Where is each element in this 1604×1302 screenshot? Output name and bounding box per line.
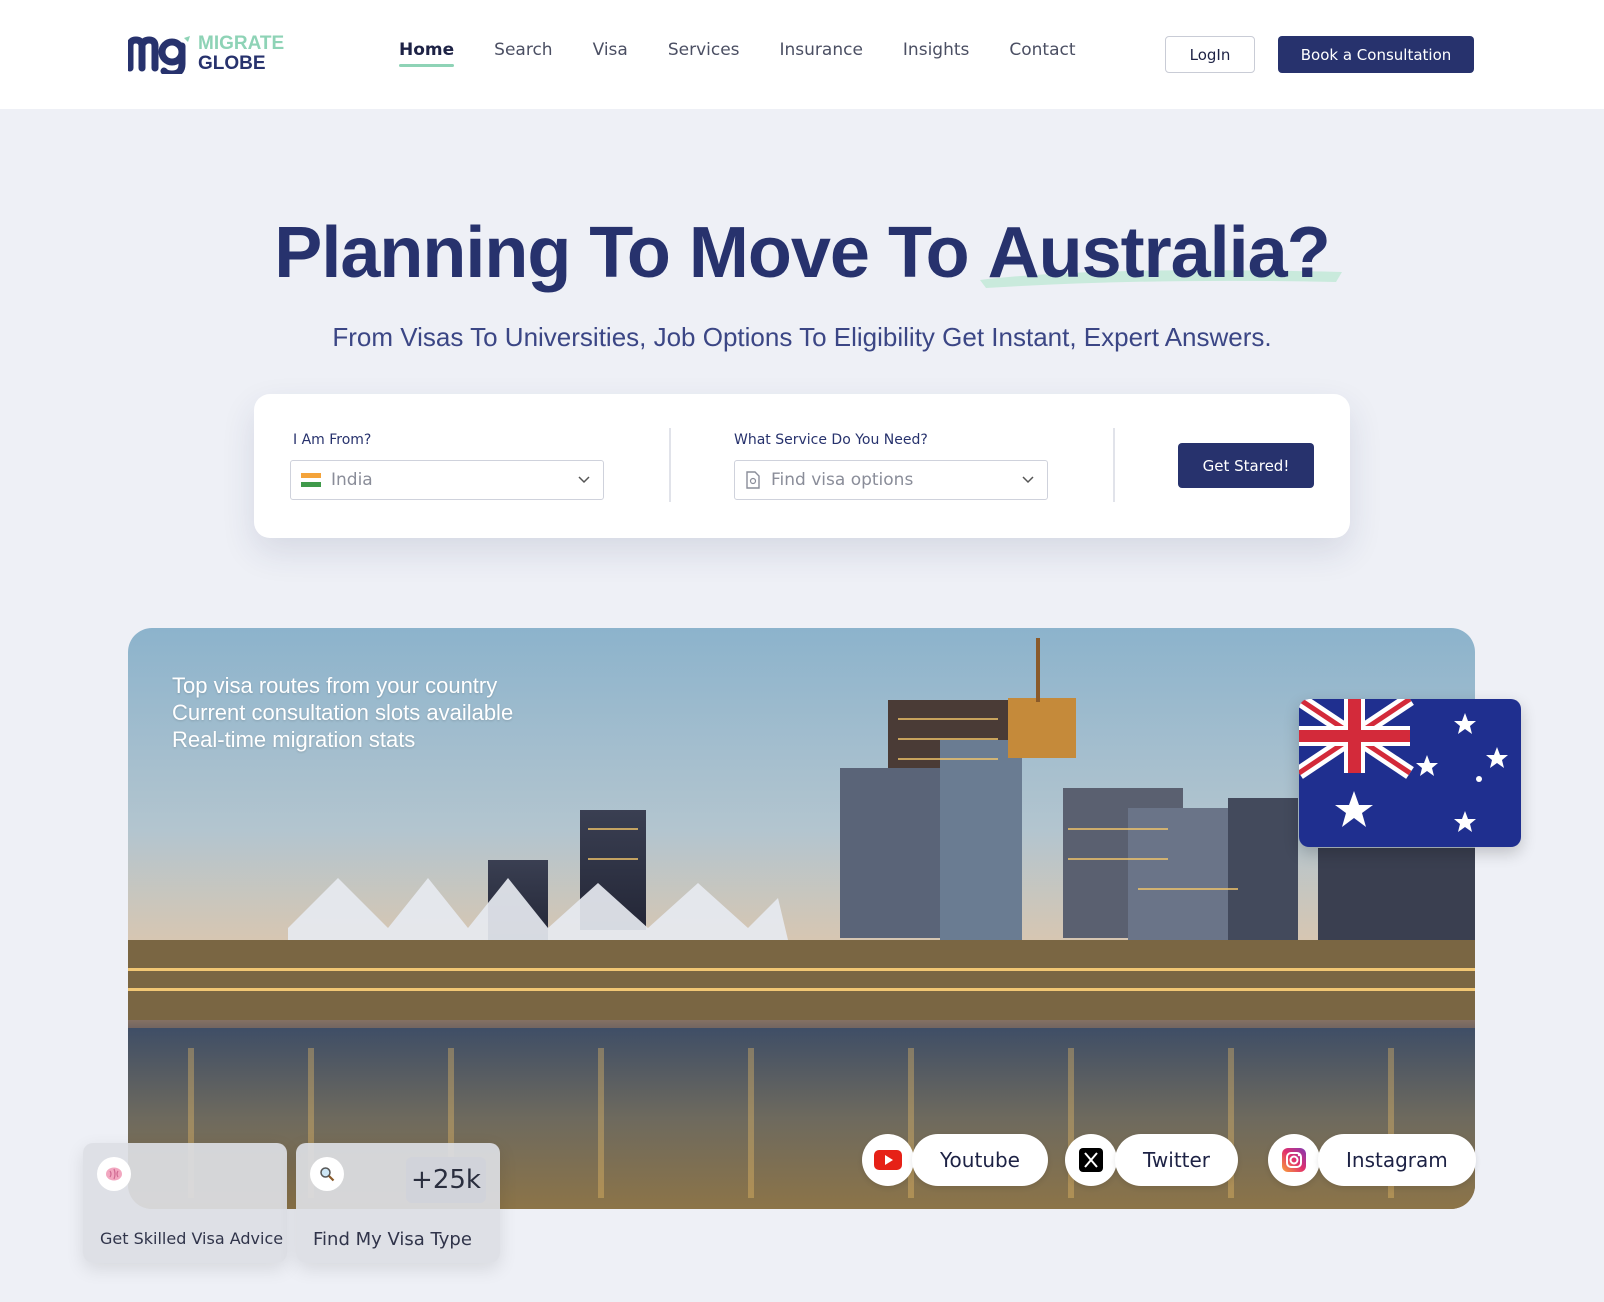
nav-insurance[interactable]: Insurance — [780, 40, 863, 66]
hero-title: Planning To Move To Australia? — [0, 212, 1604, 294]
hero-subtitle: From Visas To Universities, Job Options … — [332, 322, 1272, 352]
main-nav: Home Search Visa Services Insurance Insi… — [399, 40, 1116, 67]
x-icon — [1065, 1134, 1117, 1186]
social-youtube[interactable]: Youtube — [862, 1134, 1048, 1186]
social-label: Youtube — [912, 1134, 1048, 1186]
instagram-icon — [1268, 1134, 1320, 1186]
find-visa-type-card[interactable]: +25k Find My Visa Type — [296, 1143, 500, 1263]
service-placeholder: Find visa options — [771, 470, 914, 490]
field-divider — [669, 428, 671, 502]
logo-line-2: GLOBE — [198, 53, 266, 74]
city-skyline-image: Top visa routes from your country Curren… — [128, 628, 1475, 1209]
social-label: Twitter — [1115, 1134, 1239, 1186]
hero-title-highlight: Australia? — [987, 213, 1331, 293]
book-consultation-button[interactable]: Book a Consultation — [1278, 36, 1474, 73]
from-label: I Am From? — [293, 432, 372, 448]
search-card: I Am From? India What Service Do You Nee… — [254, 394, 1350, 538]
service-select[interactable]: Find visa options — [734, 460, 1048, 500]
hero-title-highlight-wrap: Australia? — [979, 212, 1342, 294]
field-divider — [1113, 428, 1115, 502]
india-flag-icon — [301, 473, 321, 488]
magnifier-icon — [310, 1157, 344, 1191]
service-label: What Service Do You Need? — [734, 432, 928, 448]
nav-visa[interactable]: Visa — [593, 40, 628, 66]
login-button[interactable]: LogIn — [1165, 36, 1255, 73]
card-label: Get Skilled Visa Advice — [100, 1229, 284, 1248]
logo[interactable]: MIGRATE GLOBE — [128, 34, 284, 74]
country-select[interactable]: India — [290, 460, 604, 500]
country-value: India — [331, 470, 373, 490]
brain-icon — [97, 1157, 131, 1191]
chevron-down-icon — [578, 476, 590, 484]
social-label: Instagram — [1318, 1134, 1476, 1186]
hero-title-prefix: Planning To Move To — [274, 213, 988, 293]
skilled-visa-advice-card[interactable]: Get Skilled Visa Advice — [83, 1143, 287, 1263]
panel-line: Real-time migration stats — [172, 727, 416, 752]
site-header: MIGRATE GLOBE Home Search Visa Services … — [0, 0, 1604, 109]
card-label: Find My Visa Type — [313, 1229, 472, 1250]
panel-line: Top visa routes from your country — [172, 673, 498, 698]
nav-home[interactable]: Home — [399, 40, 455, 67]
youtube-icon — [862, 1134, 914, 1186]
nav-search[interactable]: Search — [494, 40, 552, 66]
panel-line: Current consultation slots available — [172, 700, 514, 725]
chevron-down-icon — [1022, 476, 1034, 484]
logo-mark-icon — [128, 34, 192, 74]
nav-insights[interactable]: Insights — [903, 40, 969, 66]
panel-feature-list: Top visa routes from your country Curren… — [172, 672, 513, 753]
social-twitter[interactable]: Twitter — [1065, 1134, 1239, 1186]
document-icon — [746, 471, 760, 489]
nav-contact[interactable]: Contact — [1009, 40, 1075, 66]
logo-line-1: MIGRATE — [198, 33, 285, 54]
logo-text: MIGRATE GLOBE — [198, 34, 284, 74]
get-started-button[interactable]: Get Stared! — [1178, 443, 1314, 488]
australia-flag-icon — [1299, 699, 1521, 847]
nav-services[interactable]: Services — [668, 40, 740, 66]
visa-count-badge: +25k — [406, 1157, 486, 1203]
social-instagram[interactable]: Instagram — [1268, 1134, 1476, 1186]
